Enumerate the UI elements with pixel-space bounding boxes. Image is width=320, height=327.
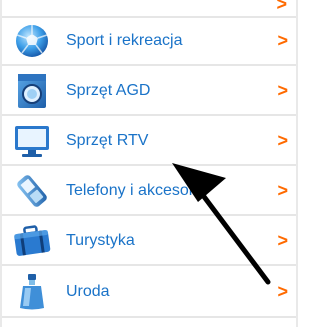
chevron-right-icon: > xyxy=(277,80,288,101)
chevron-right-icon: > xyxy=(277,180,288,201)
category-menu: > Sport i rekreacja > Sprzęt AGD > Sprzę… xyxy=(0,0,298,327)
menu-item-rtv[interactable]: Sprzęt RTV > xyxy=(2,118,296,166)
suitcase-icon xyxy=(10,221,54,261)
chevron-right-icon: > xyxy=(277,130,288,151)
menu-item-label: Sprzęt RTV xyxy=(66,132,149,149)
menu-item-telefony[interactable]: Telefony i akcesoria > xyxy=(2,168,296,216)
menu-item-sport[interactable]: Sport i rekreacja > xyxy=(2,18,296,66)
chevron-right-icon: > xyxy=(277,230,288,251)
mobile-phone-icon xyxy=(10,171,54,211)
menu-item-label: Telefony i akcesoria xyxy=(66,182,207,199)
menu-item-label: Uroda xyxy=(66,283,110,300)
chevron-right-icon: > xyxy=(277,281,288,302)
menu-item-turystyka[interactable]: Turystyka > xyxy=(2,218,296,266)
washing-machine-icon xyxy=(10,71,54,111)
menu-item-label: Sprzęt AGD xyxy=(66,82,151,99)
menu-item-partial[interactable]: > xyxy=(2,0,296,18)
soccer-ball-icon xyxy=(10,21,54,61)
perfume-bottle-icon xyxy=(10,272,54,312)
chevron-right-icon: > xyxy=(277,30,288,51)
menu-item-agd[interactable]: Sprzęt AGD > xyxy=(2,68,296,116)
chevron-right-icon: > xyxy=(276,0,287,14)
menu-item-label: Sport i rekreacja xyxy=(66,32,183,49)
menu-item-label: Turystyka xyxy=(66,232,135,249)
tv-monitor-icon xyxy=(10,121,54,161)
menu-item-uroda[interactable]: Uroda > xyxy=(2,268,296,318)
